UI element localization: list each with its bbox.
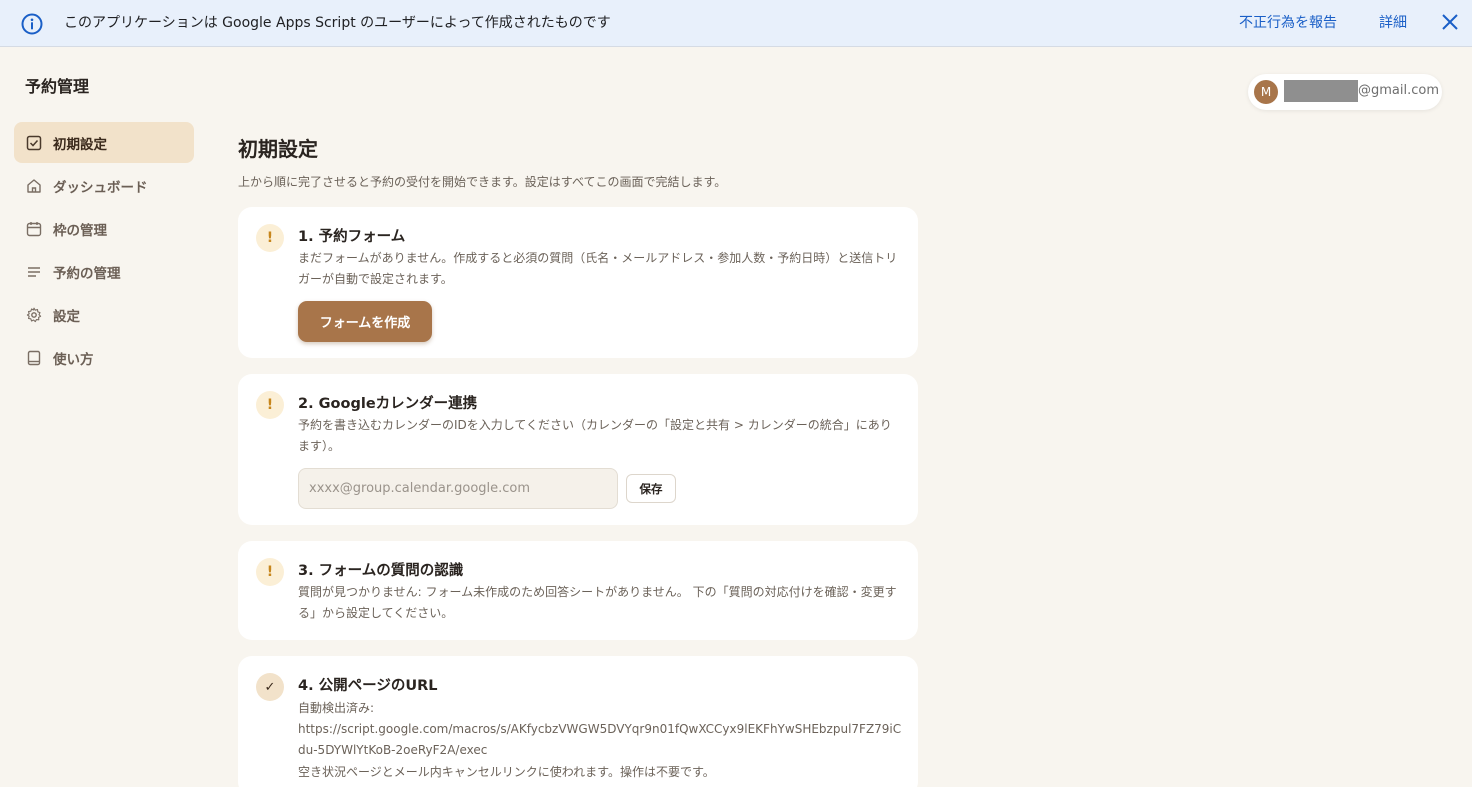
banner-message: このアプリケーションは Google Apps Script のユーザーによって… — [64, 15, 611, 31]
redacted-email-block — [1284, 80, 1358, 102]
sidebar-item-label: 使い方 — [53, 351, 94, 368]
app-title: 予約管理 — [25, 77, 90, 96]
step-title: 2. Googleカレンダー連携 — [298, 396, 478, 412]
sidebar-nav: 初期設定 ダッシュボード 枠の管理 予約の管理 設定 使い方 — [14, 122, 194, 380]
url-note: 空き状況ページとメール内キャンセルリンクに使われます。操作は不要です。 — [298, 765, 715, 779]
user-account-chip[interactable]: M @gmail.com — [1248, 74, 1442, 110]
step-card-reservation-form: ! 1. 予約フォーム まだフォームがありません。作成すると必須の質問（氏名・メ… — [238, 207, 918, 358]
sidebar-item-label: ダッシュボード — [53, 179, 148, 196]
report-abuse-link[interactable]: 不正行為を報告 — [1239, 13, 1337, 33]
url-detected-label: 自動検出済み: — [298, 701, 375, 715]
gas-warning-banner: このアプリケーションは Google Apps Script のユーザーによって… — [0, 0, 1472, 47]
step-title: 3. フォームの質問の認識 — [298, 563, 464, 579]
save-calendar-button[interactable]: 保存 — [626, 474, 676, 503]
step-card-calendar: ! 2. Googleカレンダー連携 予約を書き込むカレンダーのIDを入力してく… — [238, 374, 918, 525]
step-description: 質問が見つかりません: フォーム未作成のため回答シートがありません。 下の「質問… — [298, 585, 897, 620]
sidebar-item-label: 予約の管理 — [53, 265, 121, 282]
list-icon — [28, 266, 40, 277]
public-url: https://script.google.com/macros/s/AKfyc… — [298, 722, 902, 757]
calendar-id-input[interactable] — [298, 468, 618, 509]
check-badge: ✓ — [256, 673, 284, 701]
step-title: 1. 予約フォーム — [298, 229, 406, 245]
book-icon — [27, 350, 41, 365]
avatar: M — [1254, 80, 1278, 104]
calendar-icon — [26, 221, 42, 236]
sidebar-item-slots[interactable]: 枠の管理 — [14, 208, 194, 249]
home-icon — [27, 178, 41, 193]
sidebar-item-settings[interactable]: 設定 — [14, 294, 194, 335]
page-title: 初期設定 — [238, 137, 318, 161]
user-email: @gmail.com — [1358, 83, 1440, 98]
sidebar-item-howto[interactable]: 使い方 — [14, 337, 194, 378]
sidebar-item-label: 設定 — [53, 308, 80, 325]
sidebar-item-label: 初期設定 — [53, 136, 107, 153]
step-card-form-questions: ! 3. フォームの質問の認識 質問が見つかりません: フォーム未作成のため回答… — [238, 541, 918, 640]
step-description: 予約を書き込むカレンダーのIDを入力してください（カレンダーの「設定と共有 > … — [298, 418, 892, 453]
details-link[interactable]: 詳細 — [1379, 13, 1407, 33]
sidebar-item-dashboard[interactable]: ダッシュボード — [14, 165, 194, 206]
warning-badge: ! — [256, 391, 284, 419]
checkbox-icon — [26, 135, 42, 150]
gear-icon — [26, 307, 42, 322]
step-description: まだフォームがありません。作成すると必須の質問（氏名・メールアドレス・参加人数・… — [298, 251, 898, 286]
close-icon[interactable] — [1440, 12, 1460, 32]
info-icon — [21, 13, 43, 35]
sidebar-item-reservations[interactable]: 予約の管理 — [14, 251, 194, 292]
create-form-button[interactable]: フォームを作成 — [298, 301, 432, 342]
sidebar-item-initial-setup[interactable]: 初期設定 — [14, 122, 194, 163]
sidebar-item-label: 枠の管理 — [53, 222, 107, 239]
page-description: 上から順に完了させると予約の受付を開始できます。設定はすべてこの画面で完結します… — [238, 175, 727, 189]
warning-badge: ! — [256, 224, 284, 252]
step-title: 4. 公開ページのURL — [298, 678, 438, 694]
step-card-public-url: ✓ 4. 公開ページのURL 自動検出済み: https://script.go… — [238, 656, 918, 787]
warning-badge: ! — [256, 558, 284, 586]
